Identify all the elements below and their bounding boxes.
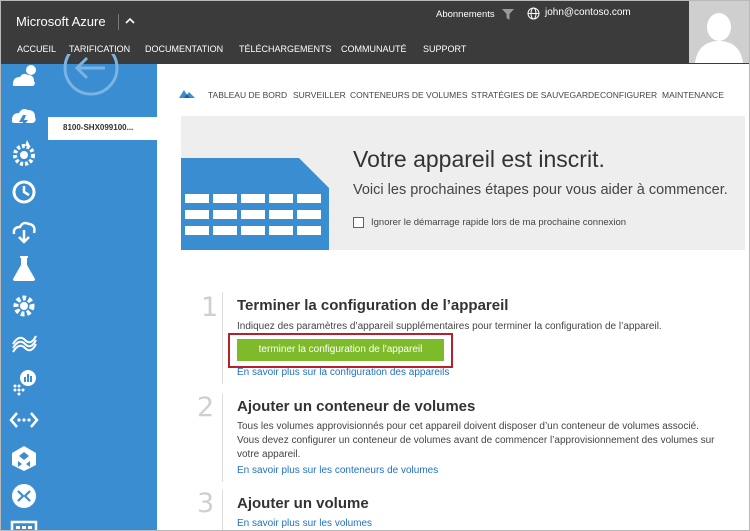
gear-badge-icon[interactable] (9, 140, 39, 168)
device-illustration (181, 158, 329, 250)
brand-separator (118, 14, 119, 30)
main-content: TABLEAU DE BORD SURVEILLER CONTENEURS DE… (157, 64, 749, 530)
avatar[interactable] (689, 1, 749, 63)
step-1-title: Terminer la configuration de l’appareil (237, 297, 509, 314)
left-rail (1, 64, 48, 530)
skip-quickstart-label[interactable]: Ignorer le démarrage rapide lors de ma p… (371, 217, 626, 228)
step-3-title: Ajouter un volume (237, 495, 369, 512)
step-1-divider (222, 292, 223, 384)
globe-icon[interactable] (527, 7, 540, 20)
tab-maintenance[interactable]: MAINTENANCE (662, 90, 724, 100)
user-silhouette-icon (689, 1, 749, 63)
puzzle-icon[interactable] (9, 444, 39, 472)
step-1-learn-more-link[interactable]: En savoir plus sur la configuration des … (237, 367, 449, 378)
storm-icon[interactable] (9, 102, 39, 130)
chart-icon[interactable] (9, 368, 39, 396)
subscriptions-link[interactable]: Abonnements (436, 9, 495, 20)
filter-icon[interactable] (501, 8, 515, 21)
step-3-divider (222, 490, 223, 530)
device-column: 8100-SHX099100... (48, 54, 157, 530)
step-1-number: 1 (201, 292, 219, 323)
nav-communaute[interactable]: COMMUNAUTÉ (341, 44, 407, 54)
flask-icon[interactable] (9, 254, 39, 282)
network-icon[interactable] (9, 406, 39, 434)
nav-accueil[interactable]: ACCUEIL (17, 44, 56, 54)
tab-monitor[interactable]: SURVEILLER (293, 90, 346, 100)
banner-title: Votre appareil est inscrit. (353, 146, 605, 172)
storsimple-icon[interactable] (9, 330, 39, 358)
settings-icon[interactable] (9, 292, 39, 320)
brand-title[interactable]: Microsoft Azure (16, 14, 106, 29)
chevron-up-icon[interactable] (123, 14, 137, 28)
tab-volume-containers[interactable]: CONTENEURS DE VOLUMES (350, 90, 468, 100)
nav-support[interactable]: SUPPORT (423, 44, 466, 54)
step-2-divider (222, 394, 223, 482)
tab-dashboard[interactable]: TABLEAU DE BORD (208, 90, 287, 100)
arrows-icon[interactable] (9, 482, 39, 510)
storsimple-logo-icon (179, 90, 195, 98)
step-2-number: 2 (197, 392, 215, 423)
registration-banner: Votre appareil est inscrit. Voici les pr… (181, 116, 745, 250)
nav-documentation[interactable]: DOCUMENTATION (145, 44, 223, 54)
azure-portal-window: Microsoft Azure Abonnements john@contoso… (0, 0, 750, 531)
step-2-title: Ajouter un conteneur de volumes (237, 398, 476, 415)
device-list-item[interactable]: 8100-SHX099100... (48, 117, 157, 140)
nav-tarification[interactable]: TARIFICATION (69, 44, 130, 54)
cloud-download-icon[interactable] (9, 216, 39, 244)
back-arrow-icon[interactable] (61, 54, 121, 100)
skip-quickstart-checkbox[interactable] (353, 217, 364, 228)
tab-configure[interactable]: CONFIGURER (600, 90, 657, 100)
banner-subtitle: Voici les prochaines étapes pour vous ai… (353, 182, 728, 198)
complete-device-setup-button[interactable]: terminer la configuration de l'appareil (237, 339, 444, 361)
step-2-learn-more-link[interactable]: En savoir plus sur les conteneurs de vol… (237, 465, 438, 476)
nav-telechargements[interactable]: TÉLÉCHARGEMENTS (239, 44, 332, 54)
step-1-description: Indiquez des paramètres d’appareil suppl… (237, 321, 662, 332)
weather-icon[interactable] (9, 64, 39, 92)
server-icon[interactable] (9, 520, 39, 531)
step-3-number: 3 (197, 488, 215, 519)
step-2-description: Tous les volumes approvisionnés pour cet… (237, 421, 715, 460)
tab-backup-policies[interactable]: STRATÉGIES DE SAUVEGARDE (471, 90, 600, 100)
step-3-learn-more-link[interactable]: En savoir plus sur les volumes (237, 518, 372, 529)
device-name: 8100-SHX099100... (63, 123, 134, 132)
user-email[interactable]: john@contoso.com (545, 7, 631, 18)
clock-icon[interactable] (9, 178, 39, 206)
